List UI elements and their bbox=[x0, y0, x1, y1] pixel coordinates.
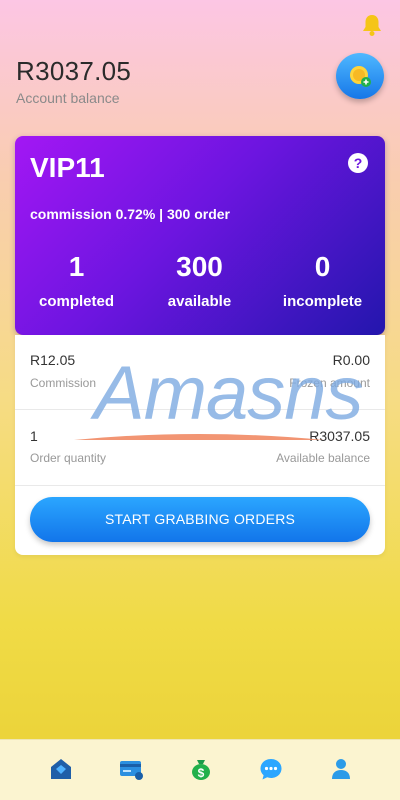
stat-completed: 1 completed bbox=[15, 250, 138, 310]
recharge-button[interactable] bbox=[336, 53, 384, 99]
home-icon[interactable] bbox=[48, 756, 74, 782]
stat-available: 300 available bbox=[138, 250, 261, 310]
balance-amount: R3037.05 bbox=[16, 56, 132, 86]
commission-value: R12.05 bbox=[30, 352, 76, 368]
available-balance-value: R3037.05 bbox=[309, 428, 370, 444]
vip-card: VIP11 ? commission 0.72% | 300 order 1 c… bbox=[15, 136, 385, 335]
stat-label: available bbox=[167, 293, 232, 310]
order-quantity-label: Order quantity bbox=[30, 451, 107, 465]
vip-level-title: VIP11 bbox=[30, 152, 105, 183]
stat-label: incomplete bbox=[282, 293, 363, 310]
available-balance-label: Available balance bbox=[276, 451, 370, 465]
divider bbox=[15, 409, 385, 410]
account-balance: R3037.05 Account balance bbox=[16, 56, 131, 106]
stat-label: completed bbox=[38, 293, 114, 310]
user-icon[interactable] bbox=[328, 756, 354, 782]
divider bbox=[15, 485, 385, 486]
bottom-nav: $ bbox=[0, 739, 400, 800]
stat-value: 0 bbox=[314, 251, 331, 282]
vip-commission-info: commission 0.72% | 300 order bbox=[30, 206, 231, 222]
question-icon[interactable]: ? bbox=[348, 153, 368, 173]
balance-label: Account balance bbox=[16, 90, 120, 106]
chat-icon[interactable] bbox=[258, 756, 284, 782]
stat-value: 300 bbox=[176, 251, 223, 282]
stat-value: 1 bbox=[68, 251, 85, 282]
svg-text:$: $ bbox=[198, 766, 205, 780]
frozen-amount-label: Frozen amount bbox=[289, 376, 370, 390]
order-quantity-value: 1 bbox=[30, 428, 38, 444]
coin-add-icon bbox=[350, 66, 371, 87]
stat-incomplete: 0 incomplete bbox=[261, 250, 384, 310]
start-grabbing-orders-button[interactable]: START GRABBING ORDERS bbox=[30, 497, 370, 542]
svg-text:?: ? bbox=[354, 155, 363, 171]
commission-label: Commission bbox=[30, 376, 97, 390]
order-summary-panel: R12.05 Commission R0.00 Frozen amount 1 … bbox=[15, 335, 385, 555]
wallet-card-icon[interactable] bbox=[118, 756, 144, 782]
bell-icon[interactable] bbox=[361, 13, 383, 37]
frozen-amount-value: R0.00 bbox=[332, 352, 370, 368]
money-bag-icon[interactable]: $ bbox=[188, 756, 214, 782]
